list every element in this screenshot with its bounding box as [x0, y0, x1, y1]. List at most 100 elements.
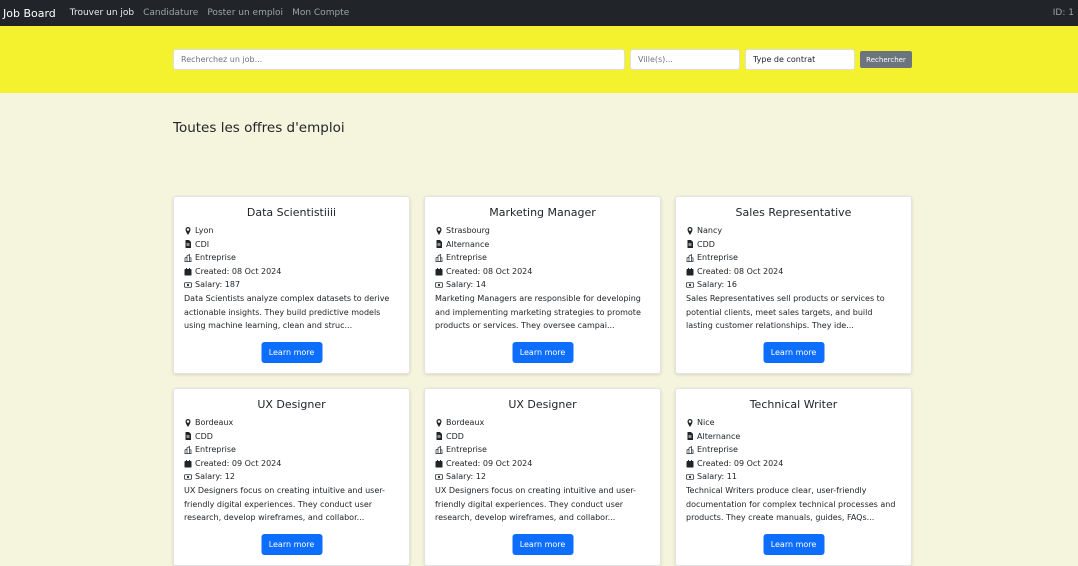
user-id-label: ID: 1	[1052, 8, 1074, 18]
city-search-input[interactable]	[630, 49, 740, 70]
job-title: UX Designer	[257, 398, 326, 411]
job-type-row: Entreprise	[435, 443, 650, 457]
map-pin-icon	[435, 226, 443, 235]
cash-icon	[435, 473, 443, 481]
job-salary-row: Salary: 14	[435, 278, 650, 292]
nav-link-find-job[interactable]: Trouver un job	[70, 8, 134, 18]
building-icon	[686, 253, 694, 262]
job-description: Technical Writers produce clear, user-fr…	[686, 485, 896, 523]
job-cards-grid: Data Scientistiiii Lyon CDI Entreprise C…	[173, 196, 912, 566]
calendar-icon	[435, 267, 443, 276]
job-card: Data Scientistiiii Lyon CDI Entreprise C…	[173, 196, 410, 374]
job-type: Entreprise	[195, 253, 236, 263]
job-created-row: Created: 09 Oct 2024	[184, 457, 399, 471]
job-city-row: Lyon	[184, 224, 399, 238]
job-card: Marketing Manager Strasbourg Alternance …	[424, 196, 661, 374]
job-contract: CDI	[195, 239, 210, 249]
job-type: Entreprise	[195, 445, 236, 455]
learn-more-button[interactable]: Learn more	[261, 534, 322, 555]
job-salary-row: Salary: 12	[435, 470, 650, 484]
job-card: Technical Writer Nice Alternance Entrepr…	[675, 388, 912, 566]
map-pin-icon	[435, 418, 443, 427]
job-description: Data Scientists analyze complex datasets…	[184, 293, 390, 331]
job-contract: CDD	[195, 431, 213, 441]
job-salary: Salary: 14	[446, 280, 486, 290]
job-city: Lyon	[195, 226, 214, 235]
nav-left: Job Board Trouver un job Candidature Pos…	[3, 7, 358, 20]
document-icon	[184, 240, 192, 249]
job-contract: Alternance	[446, 239, 490, 249]
job-salary: Salary: 11	[697, 472, 737, 482]
job-city: Bordeaux	[195, 418, 234, 427]
job-type: Entreprise	[697, 445, 738, 455]
job-salary-row: Salary: 11	[686, 470, 901, 484]
job-description: Sales Representatives sell products or s…	[686, 293, 885, 331]
document-icon	[184, 432, 192, 441]
contract-type-select[interactable]: Type de contrat	[745, 49, 855, 70]
job-city-row: Nice	[686, 416, 901, 430]
job-salary: Salary: 12	[446, 472, 486, 482]
job-card: Sales Representative Nancy CDD Entrepris…	[675, 196, 912, 374]
cash-icon	[435, 281, 443, 289]
job-title: Technical Writer	[749, 398, 838, 411]
nav-link-applications[interactable]: Candidature	[143, 8, 198, 18]
job-city: Strasbourg	[446, 226, 490, 235]
learn-more-button[interactable]: Learn more	[763, 534, 824, 555]
brand-logo[interactable]: Job Board	[3, 7, 56, 20]
job-contract-row: Alternance	[686, 430, 901, 444]
calendar-icon	[184, 267, 192, 276]
page-title: Toutes les offres d'emploi	[173, 120, 345, 136]
job-created: Created: 08 Oct 2024	[697, 266, 784, 276]
job-created: Created: 08 Oct 2024	[195, 266, 282, 276]
learn-more-button[interactable]: Learn more	[261, 342, 322, 363]
document-icon	[435, 240, 443, 249]
job-type-row: Entreprise	[184, 443, 399, 457]
learn-more-button[interactable]: Learn more	[763, 342, 824, 363]
job-type: Entreprise	[446, 445, 487, 455]
job-city: Nancy	[697, 226, 723, 235]
search-button[interactable]: Rechercher	[860, 51, 912, 68]
job-created: Created: 08 Oct 2024	[446, 266, 533, 276]
building-icon	[435, 445, 443, 454]
job-created-row: Created: 09 Oct 2024	[686, 457, 901, 471]
job-title: Data Scientistiiii	[246, 206, 337, 219]
map-pin-icon	[686, 418, 694, 427]
job-type-row: Entreprise	[435, 251, 650, 265]
search-band: Type de contrat Rechercher	[0, 26, 1078, 93]
cash-icon	[184, 281, 192, 289]
calendar-icon	[686, 459, 694, 468]
building-icon	[435, 253, 443, 262]
map-pin-icon	[184, 226, 192, 235]
learn-more-button[interactable]: Learn more	[512, 342, 573, 363]
job-salary-row: Salary: 187	[184, 278, 399, 292]
job-type-row: Entreprise	[184, 251, 399, 265]
document-icon	[435, 432, 443, 441]
job-search-input[interactable]	[173, 49, 625, 70]
job-description: Marketing Managers are responsible for d…	[435, 293, 641, 331]
nav-link-post-job[interactable]: Poster un emploi	[207, 8, 283, 18]
job-created-row: Created: 08 Oct 2024	[184, 265, 399, 279]
job-created: Created: 09 Oct 2024	[697, 458, 784, 468]
job-card: UX Designer Bordeaux CDD Entreprise Crea…	[424, 388, 661, 566]
job-city: Bordeaux	[446, 418, 485, 427]
map-pin-icon	[184, 418, 192, 427]
job-contract-row: CDD	[435, 430, 650, 444]
map-pin-icon	[686, 226, 694, 235]
job-type: Entreprise	[446, 253, 487, 263]
job-card: UX Designer Bordeaux CDD Entreprise Crea…	[173, 388, 410, 566]
job-created-row: Created: 08 Oct 2024	[686, 265, 901, 279]
building-icon	[184, 445, 192, 454]
document-icon	[686, 240, 694, 249]
cash-icon	[184, 473, 192, 481]
learn-more-button[interactable]: Learn more	[512, 534, 573, 555]
job-salary: Salary: 16	[697, 280, 737, 290]
calendar-icon	[435, 459, 443, 468]
job-description: UX Designers focus on creating intuitive…	[184, 485, 385, 523]
cash-icon	[686, 281, 694, 289]
nav-link-account[interactable]: Mon Compte	[292, 8, 349, 18]
job-type-row: Entreprise	[686, 251, 901, 265]
job-created-row: Created: 09 Oct 2024	[435, 457, 650, 471]
job-title: Marketing Manager	[489, 206, 596, 219]
calendar-icon	[686, 267, 694, 276]
job-contract: Alternance	[697, 431, 741, 441]
